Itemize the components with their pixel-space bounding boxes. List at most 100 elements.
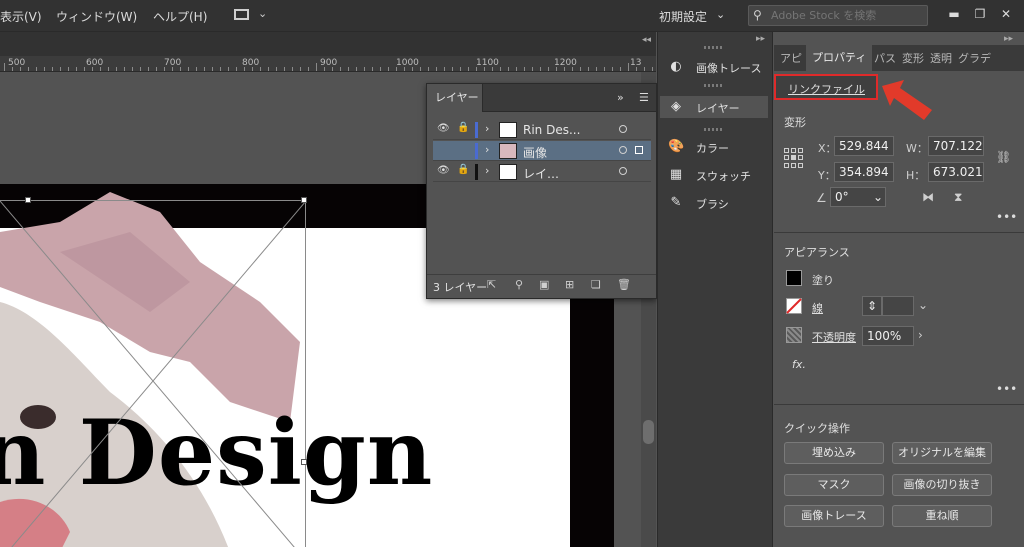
target-circle-icon[interactable] bbox=[619, 125, 627, 133]
ruler-tick bbox=[20, 67, 21, 71]
expand-panel-icon[interactable]: » bbox=[617, 91, 624, 104]
layer-name[interactable]: Rin Des... bbox=[523, 123, 580, 137]
chevron-down-icon[interactable]: ⌄ bbox=[716, 8, 725, 21]
resize-handle[interactable] bbox=[301, 459, 307, 465]
flip-horizontal-icon[interactable]: ⧓ bbox=[922, 190, 934, 204]
trash-icon[interactable]: 🗑 bbox=[617, 278, 631, 291]
resize-handle[interactable] bbox=[301, 197, 307, 203]
stroke-stepper[interactable]: ⇕ bbox=[862, 296, 882, 316]
stroke-none-swatch[interactable] bbox=[786, 298, 802, 314]
fill-swatch[interactable] bbox=[786, 270, 802, 286]
h-field[interactable]: 673.021 bbox=[928, 162, 984, 182]
layer-name[interactable]: 画像 bbox=[523, 144, 547, 161]
menu-window[interactable]: ウィンドウ(W) bbox=[56, 8, 137, 25]
stock-search-box[interactable]: ⚲ bbox=[748, 5, 928, 26]
target-circle-icon[interactable] bbox=[619, 167, 627, 175]
stroke-weight-field[interactable] bbox=[882, 296, 914, 316]
ruler-tick bbox=[572, 67, 573, 71]
tab-pathfinder[interactable]: パス bbox=[874, 50, 898, 66]
lock-icon[interactable]: 🔒 bbox=[457, 122, 469, 133]
more-options-icon[interactable]: ••• bbox=[996, 210, 1017, 224]
dock-grip[interactable] bbox=[704, 128, 724, 131]
chevron-down-icon[interactable]: ⌄ bbox=[918, 298, 928, 312]
ruler-label: 1000 bbox=[396, 58, 419, 68]
menu-bar: 表示(V) ウィンドウ(W) ヘルプ(H) ⌄ 初期設定 ⌄ ⚲ ▬ ❐ ✕ bbox=[0, 0, 1024, 32]
menu-help[interactable]: ヘルプ(H) bbox=[153, 8, 207, 25]
dock-item-image-trace[interactable]: ◐ 画像トレース bbox=[660, 56, 768, 78]
close-icon[interactable]: ✕ bbox=[996, 4, 1016, 24]
dock-item-brushes[interactable]: ✎ ブラシ bbox=[660, 192, 768, 214]
tab-transparency[interactable]: 透明 bbox=[930, 50, 954, 66]
new-sublayer-icon[interactable]: ⊞ bbox=[565, 278, 574, 291]
dock-grip[interactable] bbox=[704, 46, 724, 49]
new-layer-icon[interactable]: ❏ bbox=[591, 278, 601, 291]
stroke-label[interactable]: 線 bbox=[812, 300, 823, 316]
y-field[interactable]: 354.894 bbox=[834, 162, 894, 182]
tab-properties[interactable]: プロパティ bbox=[806, 45, 873, 71]
clipping-mask-icon[interactable]: ▣ bbox=[539, 278, 549, 291]
layer-row[interactable]: 👁 🔒 › レイ… bbox=[433, 162, 651, 182]
rotate-field[interactable]: 0° ⌄ bbox=[830, 187, 886, 207]
ruler-tick bbox=[300, 67, 301, 71]
resize-handle[interactable] bbox=[25, 197, 31, 203]
arrange-documents-button[interactable]: ⌄ bbox=[232, 7, 272, 25]
export-icon[interactable]: ⇱ bbox=[487, 278, 496, 291]
link-file-button[interactable]: リンクファイル bbox=[774, 74, 878, 100]
crop-image-button[interactable]: 画像の切り抜き bbox=[892, 474, 992, 496]
restore-icon[interactable]: ❐ bbox=[970, 4, 990, 24]
target-circle-icon[interactable] bbox=[619, 146, 627, 154]
chevron-down-icon[interactable]: ⌄ bbox=[873, 188, 883, 206]
fx-button[interactable]: fx. bbox=[792, 358, 806, 371]
lock-icon[interactable]: 🔒 bbox=[457, 164, 469, 175]
more-options-icon[interactable]: ••• bbox=[996, 382, 1017, 396]
dock-item-label: カラー bbox=[696, 142, 729, 155]
menu-view[interactable]: 表示(V) bbox=[0, 8, 42, 25]
tab-layers[interactable]: レイヤー bbox=[427, 84, 483, 112]
selection-indicator[interactable] bbox=[635, 146, 643, 154]
minimize-icon[interactable]: ▬ bbox=[944, 4, 964, 24]
expand-arrow-icon[interactable]: › bbox=[485, 164, 489, 177]
expand-arrow-icon[interactable]: › bbox=[485, 143, 489, 156]
expand-arrow-icon[interactable]: › bbox=[485, 122, 489, 135]
ruler-label: 500 bbox=[8, 58, 26, 68]
w-field[interactable]: 707.122 bbox=[928, 136, 984, 156]
visibility-eye-icon[interactable]: 👁 bbox=[437, 123, 450, 134]
search-icon[interactable]: ⚲ bbox=[515, 278, 523, 291]
scrollbar-thumb[interactable] bbox=[643, 420, 654, 444]
dock-item-color[interactable]: 🎨 カラー bbox=[660, 136, 768, 158]
collapse-panels-icon[interactable]: ◂◂ bbox=[642, 35, 651, 45]
layer-row[interactable]: › 画像 bbox=[433, 141, 651, 161]
image-trace-button[interactable]: 画像トレース bbox=[784, 505, 884, 527]
stock-search-input[interactable] bbox=[771, 8, 921, 23]
layer-name[interactable]: レイ… bbox=[523, 165, 559, 182]
workspace-switcher[interactable]: 初期設定 bbox=[659, 8, 707, 25]
dock-grip[interactable] bbox=[704, 84, 724, 87]
layer-row[interactable]: 👁 🔒 › Rin Des... bbox=[433, 120, 651, 140]
layer-thumbnail bbox=[499, 143, 517, 159]
flip-vertical-icon[interactable]: ⧗ bbox=[954, 190, 962, 205]
collapse-panel-icon[interactable]: ▸▸ bbox=[1004, 34, 1013, 44]
tab-appearance[interactable]: アピ bbox=[780, 50, 804, 66]
dock-item-layers[interactable]: ◈ レイヤー bbox=[660, 96, 768, 118]
panel-menu-icon[interactable]: ☰ bbox=[639, 91, 649, 104]
opacity-field[interactable]: 100% bbox=[862, 326, 914, 346]
tab-gradient[interactable]: グラデ bbox=[958, 50, 994, 66]
visibility-eye-icon[interactable]: 👁 bbox=[437, 165, 450, 176]
dock-item-swatches[interactable]: ▦ スウォッチ bbox=[660, 164, 768, 186]
tab-transform[interactable]: 変形 bbox=[902, 50, 926, 66]
constrain-proportions-icon[interactable]: ⛓ bbox=[996, 150, 1011, 164]
ruler-tick bbox=[588, 67, 589, 71]
reference-point-selector[interactable] bbox=[784, 148, 804, 168]
layers-panel: レイヤー » ☰ 👁 🔒 › Rin Des... › 画像 👁 🔒 › レイ…… bbox=[426, 83, 657, 299]
x-field[interactable]: 529.844 bbox=[834, 136, 894, 156]
embed-button[interactable]: 埋め込み bbox=[784, 442, 884, 464]
edit-original-button[interactable]: オリジナルを編集 bbox=[892, 442, 992, 464]
arrange-button[interactable]: 重ね順 bbox=[892, 505, 992, 527]
mask-button[interactable]: マスク bbox=[784, 474, 884, 496]
horizontal-ruler[interactable]: 500 600 700 800 900 1000 1100 1200 13 bbox=[0, 56, 656, 72]
collapse-dock-icon[interactable]: ▸▸ bbox=[756, 34, 765, 44]
opacity-label[interactable]: 不透明度 bbox=[812, 329, 856, 345]
selection-bounding-box[interactable] bbox=[0, 197, 307, 547]
section-divider bbox=[774, 404, 1024, 405]
chevron-right-icon[interactable]: › bbox=[918, 328, 923, 342]
